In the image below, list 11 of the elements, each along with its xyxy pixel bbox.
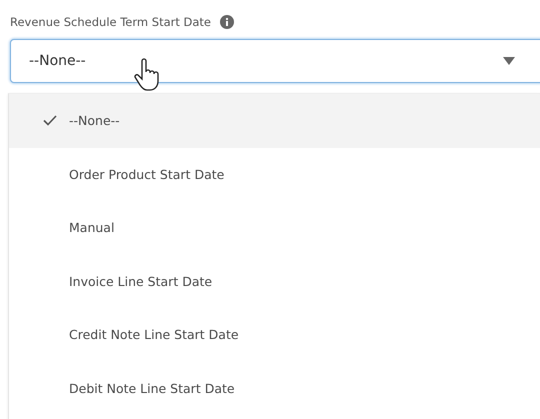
dropdown-option[interactable]: --None-- [9,94,540,148]
dropdown-option[interactable]: Invoice Line Start Date [9,254,540,308]
dropdown-option[interactable]: Order Product Start Date [9,148,540,201]
caret-icon [503,57,515,65]
hand-cursor-icon [134,58,160,92]
dropdown-option[interactable]: Manual [9,201,540,254]
info-icon[interactable] [220,15,234,29]
field-label: Revenue Schedule Term Start Date [10,15,212,29]
dropdown-option[interactable]: Debit Note Line Start Date [9,362,540,415]
dropdown-option[interactable]: Credit Note Line Start Date [9,308,540,362]
picklist-field[interactable]: --None-- [10,39,540,83]
